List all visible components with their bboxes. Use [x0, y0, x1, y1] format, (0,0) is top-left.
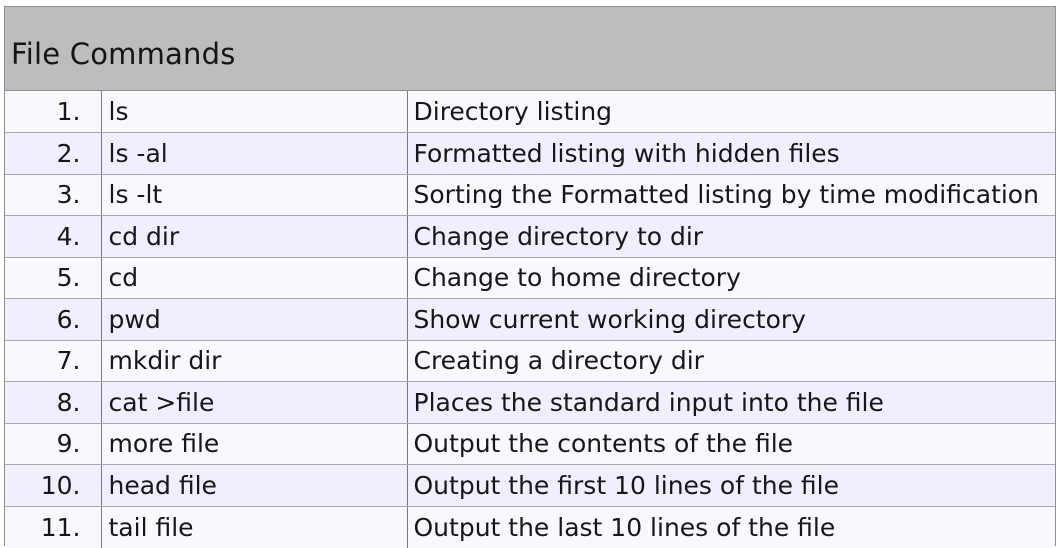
row-number: 1. — [5, 91, 102, 133]
table-header: File Commands — [5, 7, 1055, 91]
row-number: 8. — [5, 381, 102, 424]
table-title: File Commands — [11, 36, 236, 71]
command-cell: ls -al — [101, 132, 408, 175]
table-row: 11. tail file Output the last 10 lines o… — [5, 506, 1055, 548]
table-row: 6. pwd Show current working directory — [5, 298, 1055, 341]
table-row: 5. cd Change to home directory — [5, 257, 1055, 299]
command-cell: cd — [101, 257, 408, 299]
description-cell: Show current working directory — [407, 298, 1055, 341]
command-cell: cd dir — [101, 215, 408, 258]
description-cell: Change directory to dir — [407, 215, 1055, 258]
table-row: 8. cat >file Places the standard input i… — [5, 381, 1055, 424]
command-cell: ls — [101, 91, 408, 133]
table-row: 4. cd dir Change directory to dir — [5, 215, 1055, 258]
command-cell: cat >file — [101, 381, 408, 424]
row-number: 4. — [5, 215, 102, 258]
command-cell: head file — [101, 464, 408, 507]
table-row: 10. head file Output the first 10 lines … — [5, 464, 1055, 507]
row-number: 10. — [5, 464, 102, 507]
file-commands-table-container: File Commands 1. ls Directory listing 2.… — [4, 6, 1056, 548]
command-cell: tail file — [101, 506, 408, 548]
table-row: 9. more file Output the contents of the … — [5, 423, 1055, 465]
description-cell: Change to home directory — [407, 257, 1055, 299]
command-cell: more file — [101, 423, 408, 465]
description-cell: Formatted listing with hidden files — [407, 132, 1055, 175]
description-cell: Output the contents of the file — [407, 423, 1055, 465]
description-cell: Directory listing — [407, 91, 1055, 133]
table-row: 1. ls Directory listing — [5, 91, 1055, 133]
description-cell: Output the last 10 lines of the file — [407, 506, 1055, 548]
row-number: 7. — [5, 340, 102, 382]
command-cell: mkdir dir — [101, 340, 408, 382]
command-cell: pwd — [101, 298, 408, 341]
row-number: 6. — [5, 298, 102, 341]
table-row: 7. mkdir dir Creating a directory dir — [5, 340, 1055, 382]
file-commands-table: 1. ls Directory listing 2. ls -al Format… — [5, 91, 1055, 548]
description-cell: Sorting the Formatted listing by time mo… — [407, 174, 1055, 216]
description-cell: Places the standard input into the file — [407, 381, 1055, 424]
table-row: 3. ls -lt Sorting the Formatted listing … — [5, 174, 1055, 216]
command-cell: ls -lt — [101, 174, 408, 216]
row-number: 2. — [5, 132, 102, 175]
table-row: 2. ls -al Formatted listing with hidden … — [5, 132, 1055, 175]
row-number: 9. — [5, 423, 102, 465]
row-number: 11. — [5, 506, 102, 548]
description-cell: Creating a directory dir — [407, 340, 1055, 382]
row-number: 3. — [5, 174, 102, 216]
description-cell: Output the first 10 lines of the file — [407, 464, 1055, 507]
row-number: 5. — [5, 257, 102, 299]
